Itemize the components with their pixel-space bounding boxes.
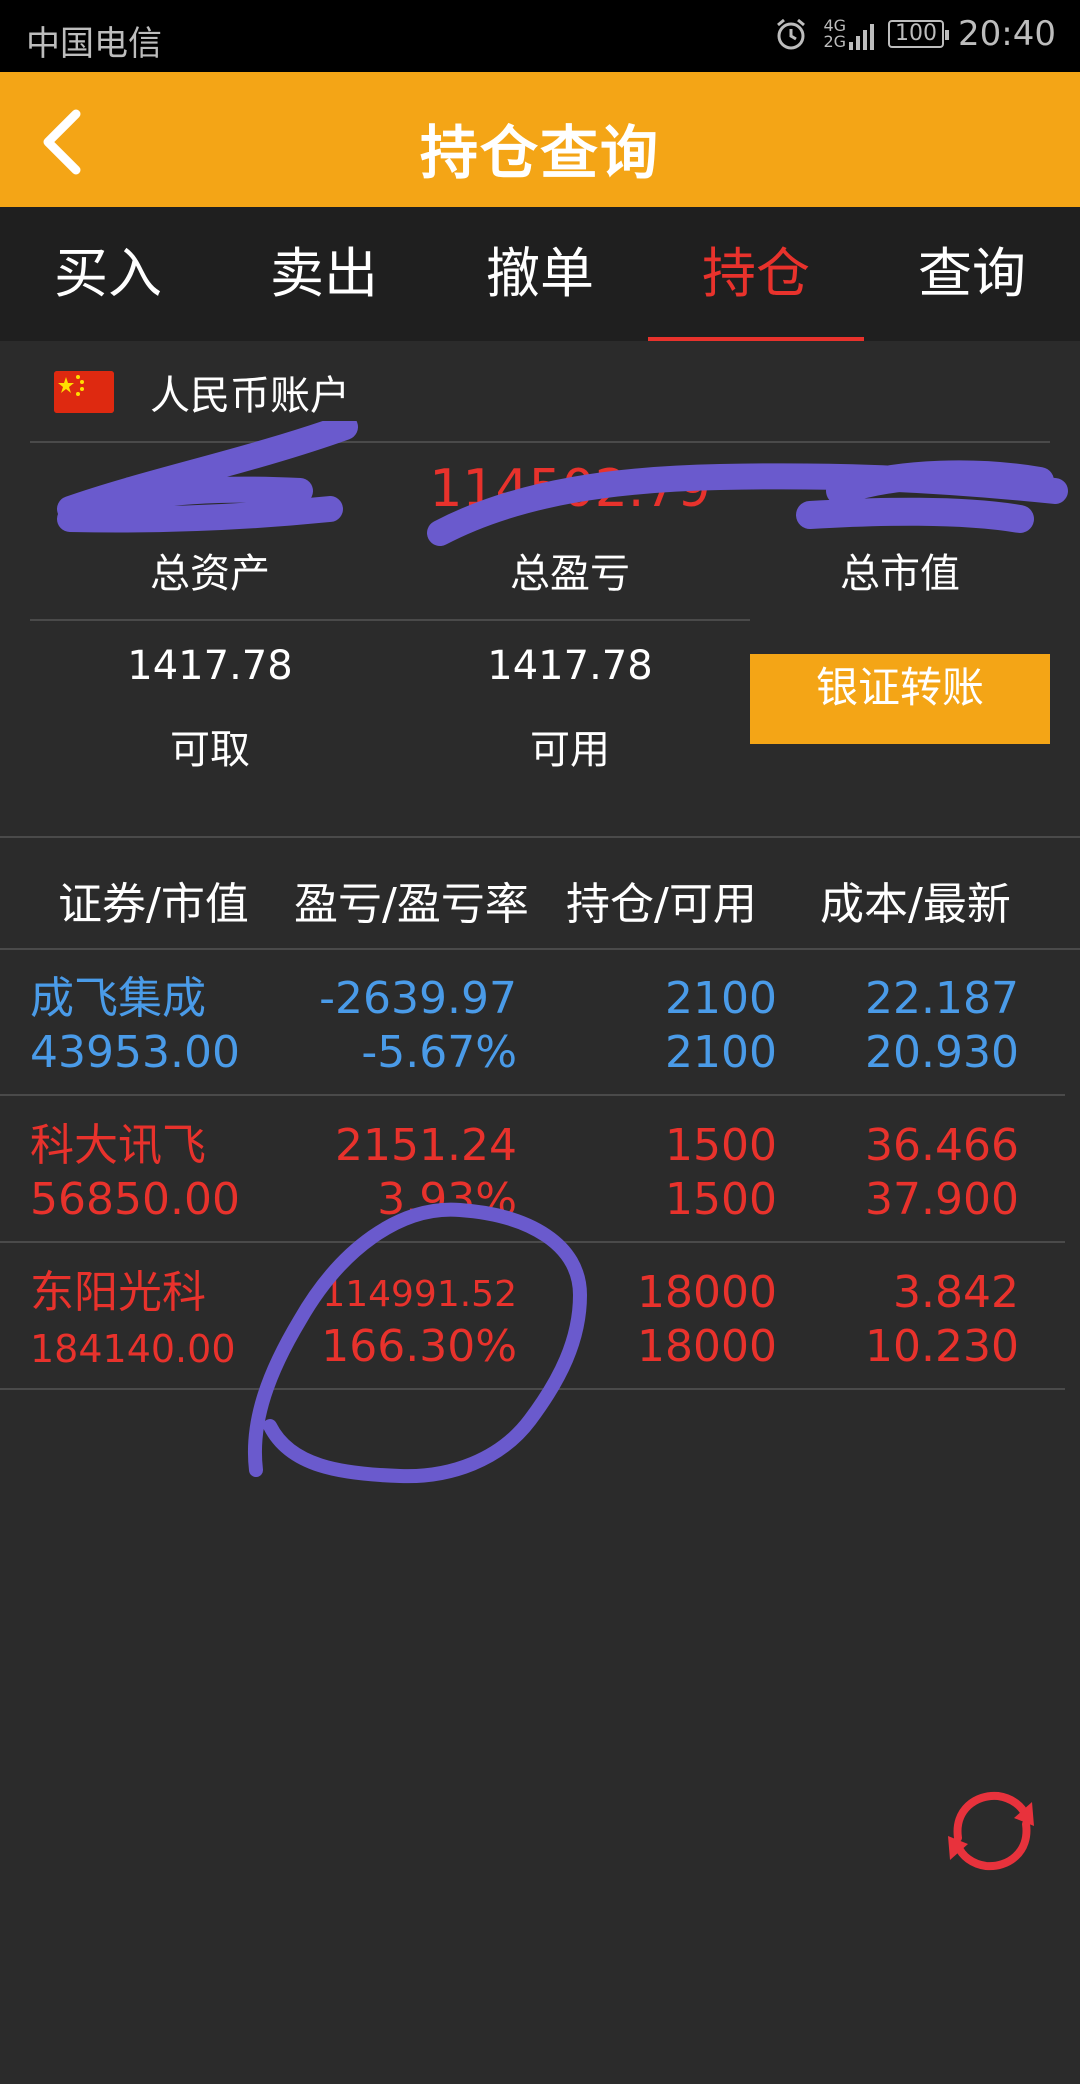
withdrawable-label: 可取 (170, 727, 250, 773)
table-row[interactable]: 科大讯飞 56850.00 2151.24 3.93% 1500 1500 36… (0, 1097, 1065, 1243)
battery-icon: 100 (888, 20, 950, 48)
latest-price: 37.900 (865, 1174, 1019, 1225)
market-value: 56850.00 (30, 1174, 240, 1225)
security-name: 成飞集成 (30, 973, 206, 1024)
table-row[interactable]: 东阳光科 184140.00 114991.52 166.30% 18000 1… (0, 1244, 1065, 1390)
divider (30, 619, 750, 621)
china-flag-icon (54, 371, 114, 413)
position-qty: 18000 (637, 1267, 777, 1318)
column-header-pnl: 盈亏/盈亏率 (294, 879, 529, 930)
market-value: 184140.00 (30, 1327, 236, 1371)
latest-price: 10.230 (865, 1321, 1019, 1372)
pnl-value: 2151.24 (335, 1120, 517, 1171)
signal-icon (849, 22, 875, 50)
available-value: 1417.78 (487, 643, 653, 689)
security-name: 东阳光科 (30, 1267, 206, 1318)
redaction-scribble (57, 421, 1068, 546)
position-qty: 1500 (665, 1120, 777, 1171)
carrier-name: 中国电信 (26, 24, 162, 64)
page-title: 持仓查询 (419, 119, 660, 187)
positions-table-header: 证券/市值 盈亏/盈亏率 持仓/可用 成本/最新 (0, 836, 1080, 950)
refresh-button[interactable] (936, 1780, 1046, 1880)
column-header-cost: 成本/最新 (820, 879, 1011, 930)
available-qty: 2100 (665, 1027, 777, 1078)
pnl-value: 114991.52 (322, 1274, 517, 1315)
cost-price: 22.187 (865, 973, 1019, 1024)
available-label: 可用 (530, 727, 610, 773)
alarm-icon (777, 18, 806, 50)
withdrawable-value: 1417.78 (127, 643, 293, 689)
status-time: 20:40 (958, 14, 1056, 54)
latest-price: 20.930 (865, 1027, 1019, 1078)
available-qty: 18000 (637, 1321, 777, 1372)
pnl-rate: -5.67% (361, 1027, 517, 1078)
cost-price: 3.842 (893, 1267, 1019, 1318)
column-header-security: 证券/市值 (58, 879, 249, 930)
account-label: 人民币账户 (150, 373, 350, 419)
market-value: 43953.00 (30, 1027, 240, 1078)
status-bar: 中国电信 4G 2G 100 20:40 (0, 0, 1080, 72)
cost-price: 36.466 (865, 1120, 1019, 1171)
available-qty: 1500 (665, 1174, 777, 1225)
tab-buy[interactable]: 买入 (0, 207, 216, 341)
trade-tabs: 买入 卖出 撤单 持仓 查询 (0, 207, 1080, 341)
column-header-position: 持仓/可用 (566, 879, 757, 930)
tab-cancel[interactable]: 撤单 (432, 207, 648, 341)
refresh-icon (948, 1791, 1034, 1871)
table-row[interactable]: 成飞集成 43953.00 -2639.97 -5.67% 2100 2100 … (0, 950, 1065, 1096)
app-header: 持仓查询 (0, 72, 1080, 207)
tab-sell[interactable]: 卖出 (216, 207, 432, 341)
status-icons: 4G 2G 100 20:40 (773, 14, 1056, 54)
security-name: 科大讯飞 (30, 1120, 206, 1171)
tab-positions[interactable]: 持仓 (648, 207, 864, 341)
position-qty: 2100 (665, 973, 777, 1024)
network-indicator: 4G 2G (823, 18, 875, 50)
bank-transfer-button[interactable]: 银证转账 (750, 654, 1050, 744)
pnl-rate: 166.30% (321, 1321, 517, 1372)
account-summary: 人民币账户 114502.79 总资产 总盈亏 总市值 1417.78 1417… (0, 341, 1080, 831)
pnl-rate: 3.93% (377, 1174, 517, 1225)
tab-query[interactable]: 查询 (864, 207, 1080, 341)
pnl-value: -2639.97 (319, 973, 517, 1024)
